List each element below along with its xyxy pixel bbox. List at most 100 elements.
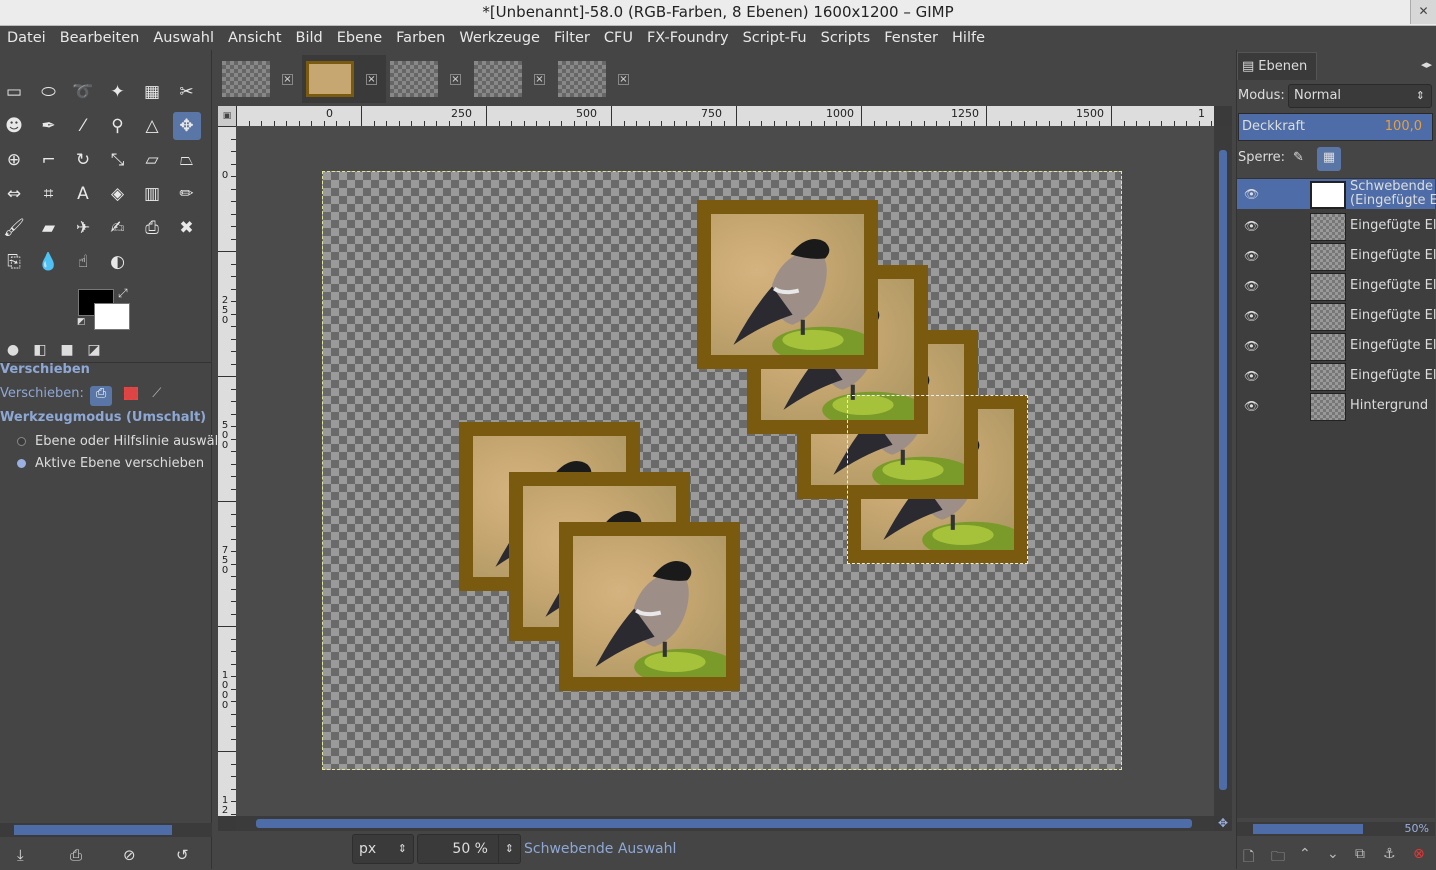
image-tab[interactable]: × <box>386 55 470 103</box>
airbrush-icon[interactable]: ✈ <box>69 214 97 242</box>
heal-icon[interactable]: ✖ <box>173 214 201 242</box>
menu-item[interactable]: FX-Foundry <box>640 30 736 46</box>
layer-row[interactable]: 👁 Hintergrund <box>1237 391 1435 421</box>
menu-item[interactable]: CFU <box>597 30 640 46</box>
layer-row[interactable]: 👁 Eingefügte El <box>1237 301 1436 331</box>
layer-row[interactable]: 👁 Eingefügte El <box>1237 241 1436 271</box>
scroll-thumb[interactable] <box>256 819 1192 828</box>
vertical-scrollbar[interactable] <box>1214 126 1232 816</box>
floating-selection-outline[interactable] <box>847 395 1028 564</box>
fuzzy-select-icon[interactable]: ✦ <box>104 78 132 106</box>
eraser-icon[interactable]: ▰ <box>35 214 63 242</box>
cage-icon[interactable]: ⌗ <box>35 180 63 208</box>
reset-colors-icon[interactable]: ◩ <box>77 317 86 327</box>
radio-pick-layer[interactable]: Ebene oder Hilfslinie auswäl <box>17 434 218 449</box>
layer-row[interactable]: 👁 Eingefügte El <box>1237 211 1436 241</box>
text-icon[interactable]: A <box>69 180 97 208</box>
lock-alpha-icon[interactable]: ▦ <box>1317 147 1341 171</box>
move-selection-icon[interactable] <box>124 387 139 400</box>
delete-layer-icon[interactable]: ⊗ <box>1413 846 1425 862</box>
layer-name[interactable]: Eingefügte El <box>1350 339 1436 353</box>
window-close-button[interactable]: ✕ <box>1410 0 1436 24</box>
ink-icon[interactable]: ✍ <box>104 214 132 242</box>
paths-icon[interactable]: ✒ <box>35 112 63 140</box>
tool-options-tab[interactable]: ● <box>2 339 24 361</box>
layer-name[interactable]: Eingefügte El <box>1350 279 1436 293</box>
close-tab-icon[interactable]: × <box>366 73 377 85</box>
close-tab-icon[interactable]: × <box>534 73 545 85</box>
lock-pixels-icon[interactable]: ✎ <box>1293 150 1304 165</box>
vertical-ruler[interactable]: 0 2 5 0 5 0 0 7 5 0 1 0 0 0 1 2 <box>218 126 236 816</box>
image-thumbnail[interactable] <box>558 61 606 97</box>
menu-item[interactable]: Farben <box>389 30 452 46</box>
rect-select-icon[interactable]: ▭ <box>0 78 28 106</box>
flip-icon[interactable]: ⇔ <box>0 180 28 208</box>
menu-item[interactable]: Ansicht <box>221 30 289 46</box>
radio-active-layer[interactable]: Aktive Ebene verschieben <box>17 456 204 471</box>
canvas[interactable] <box>236 126 1214 816</box>
menu-item[interactable]: Bild <box>289 30 330 46</box>
foreground-select-icon[interactable]: ☻ <box>0 112 28 140</box>
anchor-layer-icon[interactable]: ⚓ <box>1383 846 1396 862</box>
menu-item[interactable]: Scripts <box>814 30 878 46</box>
swap-colors-icon[interactable]: ⤢ <box>118 286 128 301</box>
rotate-icon[interactable]: ↻ <box>69 146 97 174</box>
layer-name[interactable]: Eingefügte El <box>1350 309 1436 323</box>
unit-select[interactable]: px ⇕ <box>352 834 414 864</box>
image-tab[interactable]: × <box>302 55 386 103</box>
layer-row[interactable]: 👁 Eingefügte El <box>1237 271 1436 301</box>
menu-item[interactable]: Hilfe <box>945 30 992 46</box>
mode-select[interactable]: Normal ⇕ <box>1288 84 1432 108</box>
image-thumbnail[interactable] <box>390 61 438 97</box>
new-layer-icon[interactable]: 🗋 <box>1243 846 1254 870</box>
layer-name[interactable]: Eingefügte El <box>1350 249 1436 263</box>
close-tab-icon[interactable]: × <box>618 73 629 85</box>
new-layer-group-icon[interactable]: 🗀 <box>1271 846 1285 870</box>
zoom-icon[interactable]: ⚲ <box>104 112 132 140</box>
scroll-thumb[interactable] <box>1253 824 1363 834</box>
tab-layers[interactable]: ▤ Ebenen <box>1237 52 1317 80</box>
layers-scrollbar[interactable]: 50% <box>1237 822 1435 836</box>
menu-item[interactable]: Werkzeuge <box>452 30 547 46</box>
eye-icon[interactable]: 👁 <box>1244 339 1259 353</box>
clone-icon[interactable]: ⎙ <box>138 214 166 242</box>
measure-icon[interactable]: △ <box>138 112 166 140</box>
scale-icon[interactable]: ⤡ <box>104 146 132 174</box>
dodge-burn-icon[interactable]: ◐ <box>104 248 132 276</box>
background-color-swatch[interactable] <box>94 303 130 330</box>
bucket-fill-icon[interactable]: ◈ <box>104 180 132 208</box>
align-icon[interactable]: ⊕ <box>0 146 28 174</box>
close-tab-icon[interactable]: × <box>282 73 293 85</box>
menu-item[interactable]: Fenster <box>877 30 945 46</box>
ellipse-select-icon[interactable]: ⬭ <box>35 78 63 106</box>
eye-icon[interactable]: 👁 <box>1244 219 1259 233</box>
scroll-thumb[interactable] <box>1219 150 1227 790</box>
layer-name[interactable]: Hintergrund <box>1350 399 1428 413</box>
tool-options-tab[interactable]: ■ <box>56 339 78 361</box>
eye-icon[interactable]: 👁 <box>1244 399 1259 413</box>
reset-options-icon[interactable]: ↺ <box>176 846 189 864</box>
scroll-thumb[interactable] <box>14 825 172 835</box>
layer-row[interactable]: 👁 Eingefügte El <box>1237 331 1436 361</box>
layer-name[interactable]: Eingefügte El <box>1350 369 1436 383</box>
eye-icon[interactable]: 👁 <box>1244 279 1259 293</box>
image-tab[interactable]: × <box>470 55 554 103</box>
eye-icon[interactable]: 👁 <box>1244 249 1259 263</box>
color-select-icon[interactable]: ▦ <box>138 78 166 106</box>
perspective-clone-icon[interactable]: ⎘ <box>0 248 28 276</box>
image-layer-frame[interactable] <box>559 522 740 691</box>
toolbox-scrollbar[interactable] <box>0 823 212 837</box>
radio-button[interactable] <box>17 459 26 468</box>
image-tab[interactable]: × <box>218 55 302 103</box>
horizontal-scrollbar[interactable] <box>236 816 1214 831</box>
tool-options-tab[interactable]: ◧ <box>29 339 51 361</box>
opacity-slider[interactable]: Deckkraft 100,0 <box>1238 113 1433 141</box>
move-icon[interactable]: ✥ <box>172 112 201 140</box>
smudge-icon[interactable]: ☝ <box>69 248 97 276</box>
layer-row[interactable]: 👁 Eingefügte El <box>1237 361 1436 391</box>
color-picker-icon[interactable]: ⁄ <box>69 112 97 140</box>
duplicate-layer-icon[interactable]: ⧉ <box>1355 846 1365 862</box>
menu-item[interactable]: Ebene <box>330 30 389 46</box>
gradient-icon[interactable]: ▥ <box>138 180 166 208</box>
raise-layer-icon[interactable]: ⌃ <box>1299 846 1311 862</box>
